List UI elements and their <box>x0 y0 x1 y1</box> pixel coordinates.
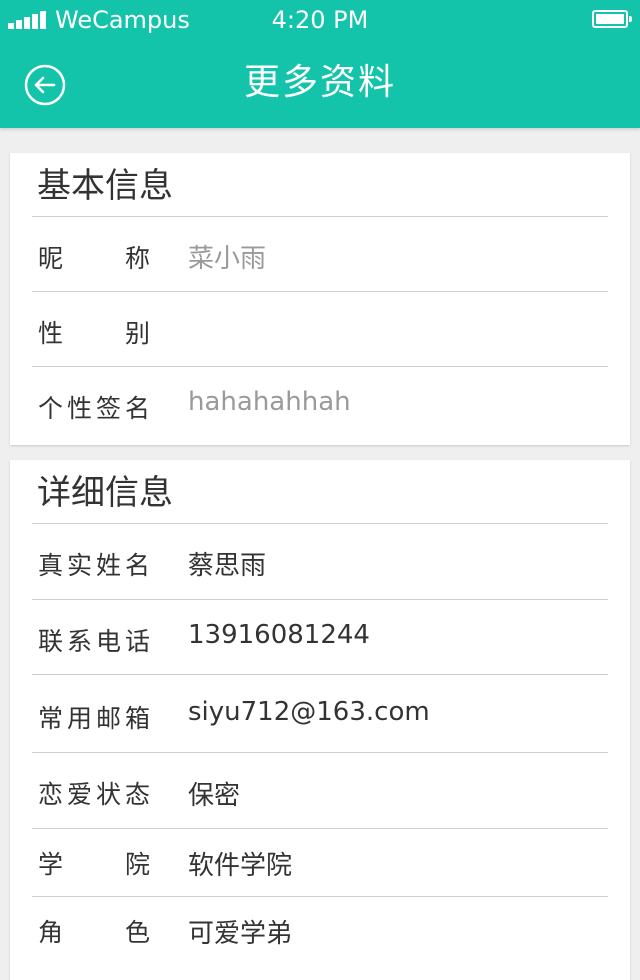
detail-info-title: 详细信息 <box>37 473 173 513</box>
status-time: 4:20 PM <box>271 6 369 34</box>
row-label: 学 院 <box>38 850 150 879</box>
row-label: 个性签名 <box>38 394 150 423</box>
basic-info-title: 基本信息 <box>37 166 173 206</box>
basic-info-card: 基本信息 昵 称 菜小雨 性 别 个性签名 hahahahhah <box>10 153 630 445</box>
row-label: 恋爱状态 <box>38 780 150 809</box>
row-value: hahahahhah <box>188 387 351 417</box>
detail-info-card: 详细信息 真实姓名 蔡思雨 联系电话 13916081244 常用邮箱 siyu… <box>10 460 630 980</box>
row-label: 昵 称 <box>38 244 150 273</box>
row-value: 13916081244 <box>188 620 370 650</box>
profile-row-nickname[interactable]: 昵 称 菜小雨 <box>10 217 630 291</box>
profile-row-college[interactable]: 学 院 软件学院 <box>10 829 630 896</box>
profile-row-real-name[interactable]: 真实姓名 蔡思雨 <box>10 524 630 599</box>
battery-icon <box>592 10 632 30</box>
row-value: 保密 <box>188 781 241 811</box>
row-label: 角 色 <box>38 918 150 947</box>
profile-row-phone[interactable]: 联系电话 13916081244 <box>10 600 630 674</box>
row-label: 联系电话 <box>38 627 150 656</box>
app-header: WeCampus 4:20 PM 更多资料 <box>0 0 640 128</box>
profile-row-email[interactable]: 常用邮箱 siyu712@163.com <box>10 675 630 752</box>
profile-row-relationship[interactable]: 恋爱状态 保密 <box>10 753 630 828</box>
page-title: 更多资料 <box>243 62 396 103</box>
profile-row-signature[interactable]: 个性签名 hahahahhah <box>10 367 630 443</box>
status-bar: WeCampus 4:20 PM <box>0 0 640 40</box>
row-value: 可爱学弟 <box>188 919 293 949</box>
row-value: 蔡思雨 <box>188 551 267 581</box>
row-label: 常用邮箱 <box>38 704 150 733</box>
row-label: 真实姓名 <box>38 551 150 580</box>
profile-row-role[interactable]: 角 色 可爱学弟 <box>10 897 630 967</box>
row-value: 菜小雨 <box>188 244 267 274</box>
profile-row-gender[interactable]: 性 别 <box>10 292 630 366</box>
row-value: siyu712@163.com <box>188 697 430 727</box>
row-label: 性 别 <box>38 319 150 348</box>
row-value: 软件学院 <box>188 851 293 881</box>
